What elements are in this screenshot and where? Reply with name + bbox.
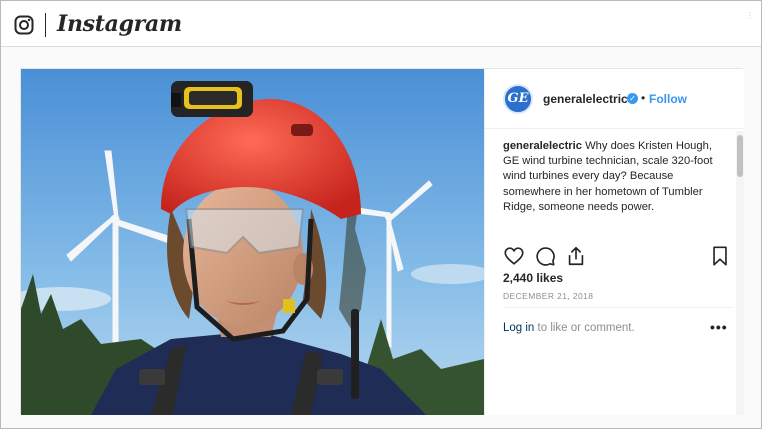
logo-divider: [45, 13, 46, 37]
top-bar: Instagram ⋮: [1, 1, 761, 47]
bookmark-icon[interactable]: [709, 245, 731, 267]
scrollbar-thumb[interactable]: [737, 135, 743, 177]
post-photo-illustration: [21, 69, 484, 415]
post-caption: generalelectric Why does Kristen Hough, …: [503, 139, 725, 215]
caption-author[interactable]: generalelectric: [503, 140, 582, 152]
header-separator: •: [641, 91, 646, 105]
corner-dots-icon: ⋮: [746, 11, 754, 20]
author-handle[interactable]: generalelectric: [543, 92, 628, 106]
post-card: GE generalelectric ✓ • Follow generalele…: [20, 68, 745, 415]
login-link[interactable]: Log in: [503, 322, 534, 334]
heart-icon[interactable]: [503, 245, 525, 267]
post-header: GE generalelectric ✓ • Follow: [485, 69, 745, 129]
share-icon[interactable]: [565, 245, 587, 267]
post-sidebar: GE generalelectric ✓ • Follow generalele…: [484, 69, 745, 415]
post-date[interactable]: DECEMBER 21, 2018: [503, 291, 593, 301]
section-divider: [503, 307, 733, 308]
caption-scrollbar[interactable]: [736, 131, 744, 415]
verified-badge-icon: ✓: [627, 93, 638, 104]
instagram-glyph-icon[interactable]: [14, 15, 34, 35]
instagram-wordmark[interactable]: Instagram: [57, 11, 182, 37]
comment-icon[interactable]: [534, 245, 556, 267]
post-photo[interactable]: [21, 69, 484, 415]
likes-count[interactable]: 2,440 likes: [503, 271, 563, 285]
login-prompt-text: to like or comment.: [534, 322, 635, 334]
follow-button[interactable]: Follow: [649, 92, 687, 106]
embed-frame: Instagram ⋮ GE generalelectric ✓ • Follo…: [0, 0, 762, 429]
login-prompt: Log in to like or comment.: [503, 322, 635, 334]
more-options-icon[interactable]: •••: [710, 319, 728, 335]
author-avatar[interactable]: GE: [503, 84, 533, 114]
action-bar: [503, 245, 733, 269]
